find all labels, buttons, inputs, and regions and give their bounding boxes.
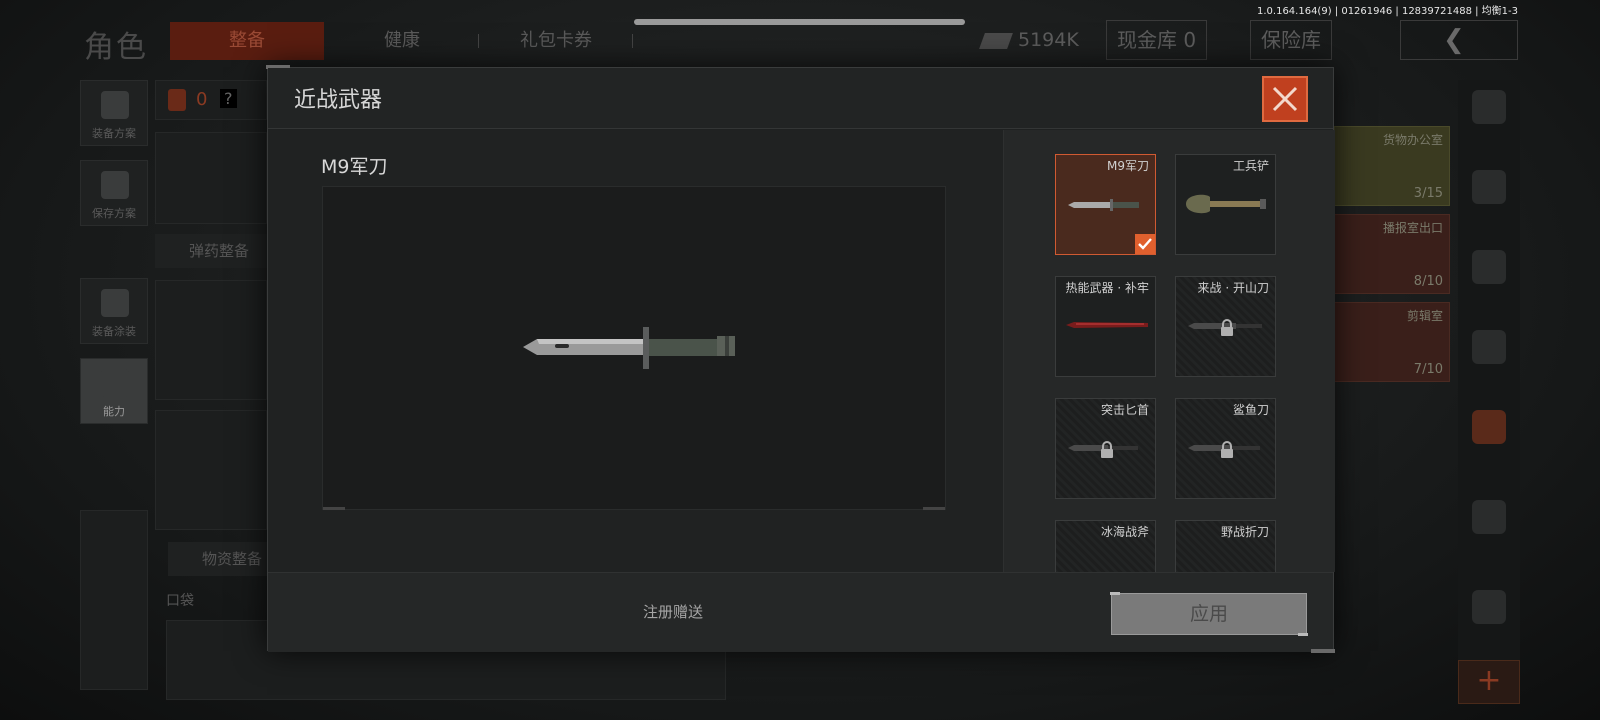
ability-button[interactable]: 能力 [80,358,148,424]
ammo-section-header: 弹药整备 [155,234,267,268]
key-card[interactable]: 剪辑室 7/10 [1334,302,1450,382]
consumable-icon[interactable] [1472,330,1506,364]
currency-display: 5194K [979,20,1079,60]
weapon-slot-shark-knife[interactable]: 鲨鱼刀 [1175,398,1276,499]
ammo-panel [155,280,267,400]
check-icon [1135,234,1155,254]
melee-slot-icon[interactable] [1472,410,1506,444]
insurance-vault-button[interactable]: 保险库 [1250,20,1332,60]
grenade-icon[interactable] [1472,250,1506,284]
plus-icon[interactable]: + [1458,660,1520,704]
m9-bayonet-thumbnail [1068,199,1139,211]
lightning-icon [101,369,129,397]
apply-button[interactable]: 应用 [1110,592,1308,636]
weapon-list: M9军刀 工兵铲 热能武器 · 补牢 来战 · 开山刀 突击匕首 鲨鱼刀 冰海战… [1003,130,1335,572]
melee-weapon-dialog: 近战武器 M9军刀 M9军刀 工兵铲 热能武器 · 补牢 来战 · 开山刀 突击… [266,65,1335,653]
weapon-slot-thermal[interactable]: 热能武器 · 补牢 [1055,276,1156,377]
acquisition-note: 注册赠送 [642,603,703,621]
selected-weapon-name: M9军刀 [321,156,388,178]
stack-icon[interactable] [1472,90,1506,124]
ammo-panel-2 [155,410,267,530]
lock-icon [1221,441,1233,458]
helmet-icon [101,289,129,317]
home-icon[interactable] [1472,170,1506,204]
tab-equipment[interactable]: 整备 [170,22,324,60]
box-icon[interactable] [1472,590,1506,624]
preview-corner [323,507,345,510]
key-card[interactable]: 货物办公室 3/15 [1334,126,1450,206]
close-icon [1272,86,1298,112]
backpack-count: 0 [196,89,208,110]
supplies-section-header: 物资整备 [168,542,267,576]
preview-corner [923,507,945,510]
top-drag-handle [634,19,965,25]
dialog-header: 近战武器 [268,68,1333,129]
backpack-icon [168,89,186,111]
tab-health[interactable]: 健康 [340,22,464,60]
lock-icon [1221,319,1233,336]
weapon-slot-folding-knife[interactable]: 野战折刀 [1175,520,1276,572]
weapon-slot-machete[interactable]: 来战 · 开山刀 [1175,276,1276,377]
key-card[interactable]: 播报室出口 8/10 [1334,214,1450,294]
close-button[interactable] [1262,76,1308,122]
currency-amount: 5194K [1018,29,1079,51]
pocket-label: 口袋 [166,593,194,609]
dialog-footer: 注册赠送 应用 [268,572,1333,652]
back-icon: ❮ [1443,25,1465,55]
tab-divider [632,34,633,48]
shovel-thumbnail [1186,194,1266,214]
weapon-slot-m9[interactable]: M9军刀 [1055,154,1156,255]
weapon-slot-shovel[interactable]: 工兵铲 [1175,154,1276,255]
ammo-icon[interactable] [1472,500,1506,534]
tab-divider [478,34,479,48]
side-panel [80,510,148,690]
equipment-panel [155,132,267,224]
right-sidebar [1458,80,1520,680]
save-plan-button[interactable]: 保存方案 [80,160,148,226]
download-icon [101,171,129,199]
cash-vault-button[interactable]: 现金库 0 [1106,20,1208,60]
m9-bayonet-image [523,327,735,369]
help-icon[interactable]: ? [220,89,237,108]
lock-icon [1101,441,1113,458]
loadout-plan-button[interactable]: 装备方案 [80,80,148,146]
thermal-blade-thumbnail [1066,322,1148,328]
dialog-title: 近战武器 [294,88,383,113]
backpack-slot-indicator: 0 ? [155,80,267,120]
vest-icon [101,91,129,119]
weapon-slot-ice-axe[interactable]: 冰海战斧 [1055,520,1156,572]
version-info: 1.0.164.164(9) | 01261946 | 12839721488 … [1257,6,1518,17]
back-button[interactable]: ❮ [1400,20,1518,60]
cash-icon [979,32,1013,49]
weapon-detail: M9军刀 [268,130,1003,572]
page-title: 角色 [84,30,148,65]
tab-gift-coupons[interactable]: 礼包卡券 [490,22,622,60]
weapon-preview [322,186,946,510]
weapon-slot-assault-dagger[interactable]: 突击匕首 [1055,398,1156,499]
equipment-skin-button[interactable]: 装备涂装 [80,278,148,344]
